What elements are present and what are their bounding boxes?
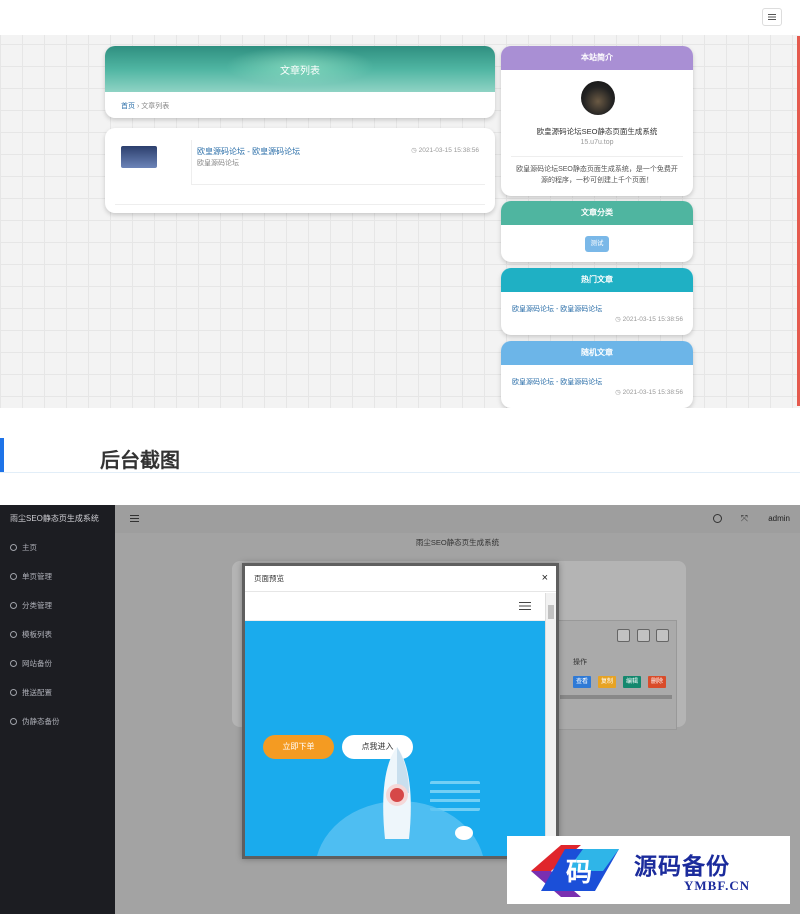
breadcrumb-current: 文章列表 <box>141 103 170 110</box>
watermark-logo: 码 源码备份 YMBF.CN <box>507 836 790 904</box>
logo-char: 码 <box>566 858 592 888</box>
site-avatar <box>581 81 615 115</box>
sidebar-item-templates[interactable]: 模板列表 <box>0 620 115 649</box>
decorative-lines <box>430 781 480 811</box>
sidebar-item-label: 主页 <box>22 543 37 552</box>
article-title-link[interactable]: 欧皇源码论坛 - 欧皇源码论坛 <box>197 146 300 157</box>
article-list-card: 文章列表 首页 › 文章列表 <box>105 46 495 118</box>
sidebar-item-pages[interactable]: 单页管理 <box>0 562 115 591</box>
sidebar-item-categories[interactable]: 分类管理 <box>0 591 115 620</box>
moon-illustration <box>455 826 473 840</box>
copy-button[interactable]: 复制 <box>598 676 616 688</box>
menu-toggle-button[interactable] <box>762 8 782 26</box>
article-item-card: 欧皇源码论坛 - 欧皇源码论坛 欧皇源码论坛 ◷ 2021-03-15 15:3… <box>105 128 495 213</box>
section-accent-bar <box>0 438 4 472</box>
category-card: 文章分类 测试 <box>501 201 693 262</box>
site-intro-card: 本站简介 欧皇源码论坛SEO静态页面生成系统 15.u7u.top 欧皇源码论坛… <box>501 46 693 196</box>
table-scrollbar[interactable] <box>560 695 672 699</box>
sidebar-item-label: 模板列表 <box>22 630 52 639</box>
admin-header: ⤧ admin <box>115 505 800 533</box>
sidebar-item-label: 伪静态备份 <box>22 717 60 726</box>
watermark-en: YMBF.CN <box>684 878 751 893</box>
divider <box>191 140 192 184</box>
article-list-title: 文章列表 <box>280 65 320 77</box>
hot-articles-title: 热门文章 <box>501 268 693 292</box>
user-menu[interactable]: admin <box>768 514 790 523</box>
print-icon[interactable] <box>656 629 669 642</box>
fullscreen-icon[interactable]: ⤧ <box>741 513 748 524</box>
gear-icon <box>10 631 17 638</box>
ymbf-logo-icon: 码 <box>531 845 619 897</box>
modal-scrollbar[interactable] <box>545 593 556 856</box>
breadcrumb-home-link[interactable]: 首页 <box>121 103 135 110</box>
top-navbar <box>0 0 800 35</box>
random-articles-card: 随机文章 欧皇源码论坛 - 欧皇源码论坛 ◷ 2021-03-15 15:38:… <box>501 341 693 408</box>
site-name: 欧皇源码论坛SEO静态页面生成系统 <box>536 127 658 136</box>
breadcrumb: 首页 › 文章列表 <box>105 92 495 118</box>
admin-brand: 雨尘SEO静态页生成系统 <box>10 514 99 523</box>
article-subtitle: 欧皇源码论坛 <box>197 160 239 167</box>
menu-toggle-icon[interactable] <box>130 515 139 522</box>
category-tag[interactable]: 测试 <box>585 236 609 252</box>
sidebar-item-label: 单页管理 <box>22 572 52 581</box>
preview-navbar <box>245 593 548 621</box>
random-article-date: ◷ 2021-03-15 15:38:56 <box>615 389 683 396</box>
home-icon <box>10 544 17 551</box>
divider <box>115 204 485 205</box>
hot-articles-card: 热门文章 欧皇源码论坛 - 欧皇源码论坛 ◷ 2021-03-15 15:38:… <box>501 268 693 335</box>
frontend-screenshot: 文章列表 首页 › 文章列表 欧皇源码论坛 - 欧皇源码论坛 欧皇源码论坛 ◷ … <box>0 0 800 408</box>
sidebar-item-label: 分类管理 <box>22 601 52 610</box>
hot-article-date-text: 2021-03-15 15:38:56 <box>622 316 683 323</box>
section-divider <box>0 472 800 473</box>
ops-column-header: 操作 <box>573 659 587 666</box>
sidebar-item-rewrite[interactable]: 伪静态备份 <box>0 707 115 736</box>
view-button[interactable]: 查看 <box>573 676 591 688</box>
tag-icon <box>10 602 17 609</box>
menu-icon[interactable] <box>519 602 531 610</box>
hot-article-date: ◷ 2021-03-15 15:38:56 <box>615 316 683 323</box>
modal-title: 页面预览 <box>245 566 556 592</box>
pages-icon <box>10 573 17 580</box>
admin-page-subtitle: 雨尘SEO静态页生成系统 <box>415 538 500 547</box>
site-description: 欧皇源码论坛SEO静态页面生成系统，是一个免费开源的程序，一秒可创建上千个页面！ <box>516 166 678 184</box>
site-intro-title: 本站简介 <box>501 46 693 70</box>
article-date-text: 2021-03-15 15:38:56 <box>418 147 479 154</box>
delete-button[interactable]: 删除 <box>648 676 666 688</box>
random-articles-title: 随机文章 <box>501 341 693 365</box>
edit-button[interactable]: 编辑 <box>623 676 641 688</box>
gear-icon <box>10 718 17 725</box>
sidebar-item-backup[interactable]: 网站备份 <box>0 649 115 678</box>
hot-article-link[interactable]: 欧皇源码论坛 - 欧皇源码论坛 <box>512 304 602 314</box>
article-date: ◷ 2021-03-15 15:38:56 <box>411 147 479 154</box>
admin-sidebar: 雨尘SEO静态页生成系统 主页 单页管理 分类管理 模板列表 网站备份 推送配置… <box>0 505 115 914</box>
site-url: 15.u7u.top <box>580 139 614 146</box>
divider <box>511 156 683 157</box>
sidebar-item-push[interactable]: 推送配置 <box>0 678 115 707</box>
scrollbar-thumb[interactable] <box>548 605 554 619</box>
section-heading: 后台截图 <box>0 428 800 478</box>
divider <box>191 184 485 185</box>
sidebar-item-label: 推送配置 <box>22 688 52 697</box>
theme-icon[interactable] <box>713 514 722 523</box>
gear-icon <box>10 689 17 696</box>
article-list-banner: 文章列表 <box>105 46 495 92</box>
modal-preview-body: 立即下单 点我进入 <box>245 593 548 856</box>
close-icon[interactable]: × <box>542 572 548 584</box>
section-title: 后台截图 <box>100 448 180 472</box>
preview-modal: 页面预览 × 立即下单 点我进入 <box>242 563 559 859</box>
gear-icon <box>10 660 17 667</box>
sidebar-item-label: 网站备份 <box>22 659 52 668</box>
watermark-cn: 源码备份 <box>634 853 730 880</box>
random-article-date-text: 2021-03-15 15:38:56 <box>622 389 683 396</box>
columns-icon[interactable] <box>617 629 630 642</box>
category-title: 文章分类 <box>501 201 693 225</box>
article-thumbnail[interactable] <box>121 146 157 168</box>
random-article-link[interactable]: 欧皇源码论坛 - 欧皇源码论坛 <box>512 377 602 387</box>
order-now-button[interactable]: 立即下单 <box>263 735 334 759</box>
rocket-icon <box>383 747 411 839</box>
sidebar-item-home[interactable]: 主页 <box>0 533 115 562</box>
preview-hero: 立即下单 点我进入 <box>245 621 548 856</box>
menu-icon <box>768 14 776 20</box>
export-icon[interactable] <box>637 629 650 642</box>
